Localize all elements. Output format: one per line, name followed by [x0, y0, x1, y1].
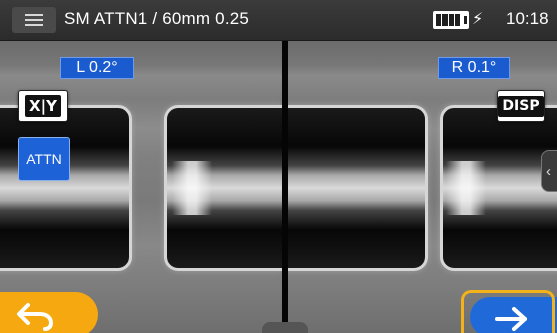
- charging-bolt-icon: ⚡: [472, 11, 484, 28]
- back-arrow-icon: [17, 303, 54, 331]
- title-bar: SM ATTN1 / 60mm 0.25 ⚡ 10:18: [0, 0, 557, 41]
- left-fiber-view: [0, 41, 282, 333]
- right-cleave-angle-badge: R 0.1°: [438, 57, 510, 79]
- back-button[interactable]: [0, 292, 98, 333]
- next-button-highlight: [461, 290, 555, 333]
- left-cleave-angle-badge: L 0.2°: [60, 57, 134, 79]
- view-divider: [282, 41, 288, 333]
- right-fiber-end-inner: [288, 105, 428, 271]
- xy-label: X|Y: [25, 95, 61, 117]
- bottom-drawer-handle[interactable]: [262, 322, 308, 333]
- clock: 10:18: [506, 9, 549, 28]
- xy-view-button[interactable]: X|Y: [18, 90, 68, 122]
- left-fiber-end-outer: [0, 105, 132, 271]
- attn-button[interactable]: ATTN: [18, 137, 70, 181]
- side-panel-tab[interactable]: ‹: [541, 150, 557, 192]
- program-title: SM ATTN1 / 60mm 0.25: [64, 9, 250, 28]
- battery-full-icon: [433, 11, 469, 29]
- disp-label: DISP: [498, 95, 544, 117]
- splicer-screen: SM ATTN1 / 60mm 0.25 ⚡ 10:18 L 0.2° R 0.…: [0, 0, 557, 333]
- disp-button[interactable]: DISP: [497, 90, 545, 122]
- hamburger-menu-icon[interactable]: [12, 7, 56, 33]
